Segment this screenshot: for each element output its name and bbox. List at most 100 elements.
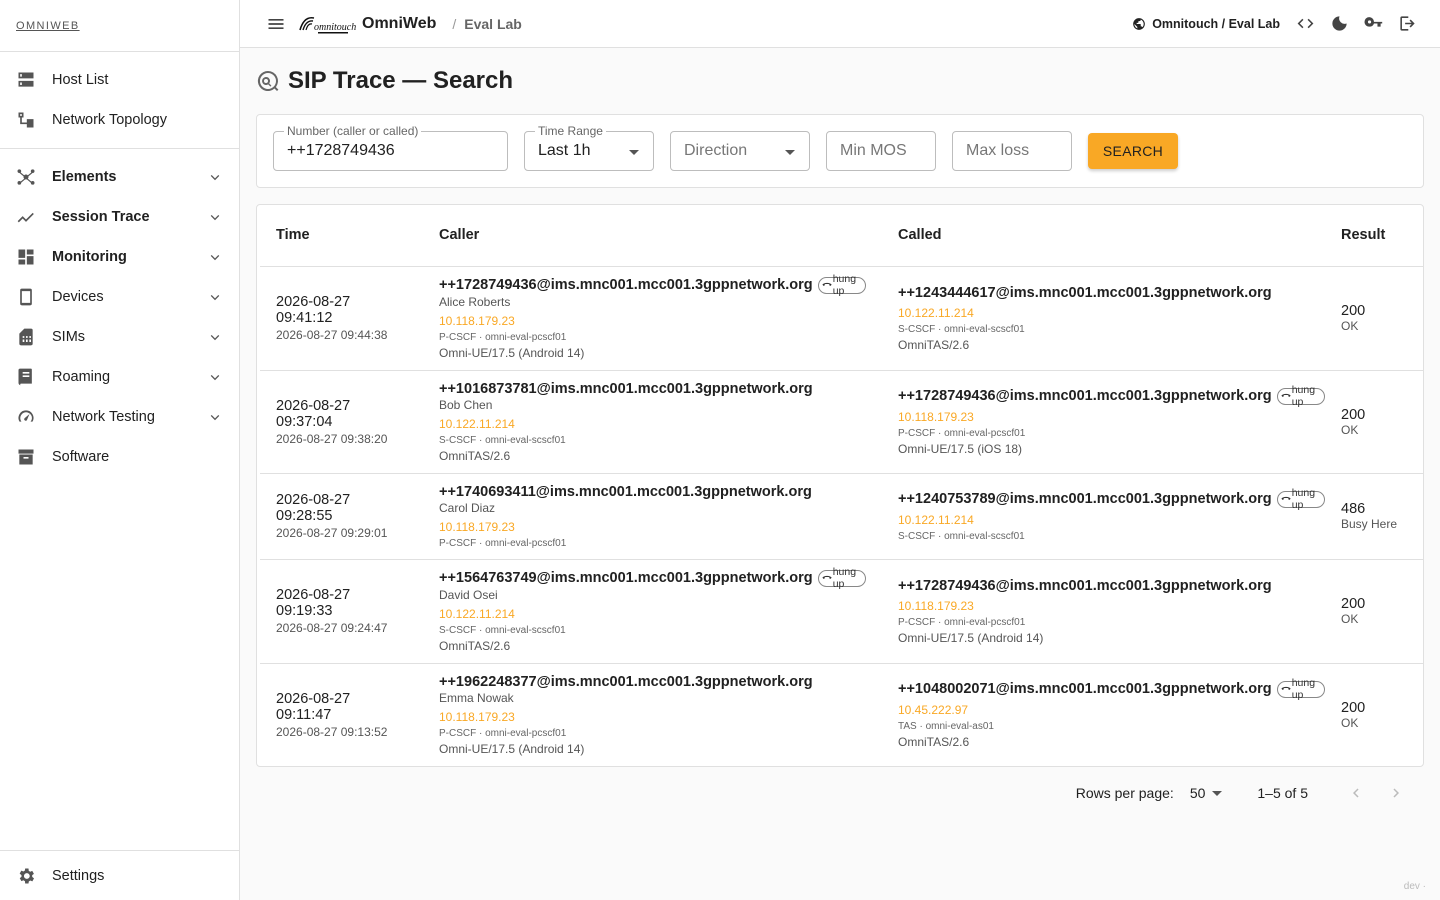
column-header-caller[interactable]: Caller bbox=[423, 205, 882, 267]
chevron-down-icon bbox=[207, 369, 223, 385]
table-body: 2026-08-27 09:41:12 2026-08-27 09:44:38 … bbox=[260, 266, 1423, 766]
sidebar-item-host-list[interactable]: Host List bbox=[0, 60, 239, 100]
caller-ip[interactable]: 10.122.11.214 bbox=[439, 607, 866, 621]
called-cell: ++1240753789@ims.mnc001.mcc001.3gppnetwo… bbox=[882, 473, 1341, 560]
app-name[interactable]: OmniWeb bbox=[362, 15, 436, 33]
next-page-button[interactable] bbox=[1376, 773, 1416, 813]
sidebar-item-session-trace[interactable]: Session Trace bbox=[0, 197, 239, 237]
caller-uri[interactable]: ++1564763749@ims.mnc001.mcc001.3gppnetwo… bbox=[439, 566, 866, 590]
key-icon bbox=[1363, 17, 1382, 27]
archive-icon bbox=[16, 447, 36, 467]
caller-ip[interactable]: 10.118.179.23 bbox=[439, 520, 866, 534]
caller-name: David Osei bbox=[439, 587, 498, 602]
gear-icon bbox=[16, 866, 36, 886]
tenant-label: Omnitouch / Eval Lab bbox=[1152, 16, 1280, 31]
time-range-select[interactable]: Time Range Last 1h bbox=[524, 124, 654, 171]
called-user-agent: Omni-UE/17.5 (Android 14) bbox=[898, 630, 1044, 645]
caller-uri[interactable]: ++1728749436@ims.mnc001.mcc001.3gppnetwo… bbox=[439, 273, 866, 297]
end-time: 2026-08-27 09:38:20 bbox=[276, 431, 388, 446]
trending-icon bbox=[16, 207, 36, 227]
sidebar-item-label: Host List bbox=[52, 72, 109, 88]
table-row[interactable]: 2026-08-27 09:41:12 2026-08-27 09:44:38 … bbox=[260, 266, 1423, 371]
sidebar-item-sims[interactable]: SIMs bbox=[0, 317, 239, 357]
hub-icon bbox=[16, 167, 36, 187]
called-ip[interactable]: 10.45.222.97 bbox=[898, 703, 1325, 717]
called-ip[interactable]: 10.122.11.214 bbox=[898, 513, 1325, 527]
caller-uri[interactable]: ++1016873781@ims.mnc001.mcc001.3gppnetwo… bbox=[439, 381, 866, 397]
table-row[interactable]: 2026-08-27 09:28:55 2026-08-27 09:29:01 … bbox=[260, 473, 1423, 560]
called-uri[interactable]: ++1728749436@ims.mnc001.mcc001.3gppnetwo… bbox=[898, 578, 1325, 594]
caller-ip[interactable]: 10.118.179.23 bbox=[439, 314, 866, 328]
svg-text:omnitouch: omnitouch bbox=[314, 22, 356, 33]
table-header-row: Time Caller Called Result bbox=[260, 205, 1423, 267]
menu-button[interactable] bbox=[256, 4, 296, 44]
logout-button[interactable] bbox=[1390, 7, 1424, 41]
result-code: 200 bbox=[1341, 303, 1366, 319]
caller-name: Alice Roberts bbox=[439, 294, 511, 309]
phone-icon bbox=[16, 287, 36, 307]
max-loss-input[interactable]: Max loss bbox=[952, 131, 1072, 171]
chevron-down-icon bbox=[207, 249, 223, 265]
sidebar-item-roaming[interactable]: Roaming bbox=[0, 357, 239, 397]
chevron-down-icon bbox=[207, 289, 223, 305]
breadcrumb[interactable]: Eval Lab bbox=[464, 16, 522, 32]
called-ip[interactable]: 10.122.11.214 bbox=[898, 306, 1325, 320]
sidebar-item-devices[interactable]: Devices bbox=[0, 277, 239, 317]
sidebar-item-elements[interactable]: Elements bbox=[0, 157, 239, 197]
column-header-time[interactable]: Time bbox=[260, 205, 423, 267]
dark-mode-button[interactable] bbox=[1322, 7, 1356, 41]
table-row[interactable]: 2026-08-27 09:37:04 2026-08-27 09:38:20 … bbox=[260, 370, 1423, 474]
sidebar-item-network-topology[interactable]: Network Topology bbox=[0, 100, 239, 140]
called-cell: ++1728749436@ims.mnc001.mcc001.3gppnetwo… bbox=[882, 559, 1341, 664]
caller-ip[interactable]: 10.122.11.214 bbox=[439, 417, 866, 431]
table-row[interactable]: 2026-08-27 09:11:47 2026-08-27 09:13:52 … bbox=[260, 663, 1423, 766]
time-cell: 2026-08-27 09:41:12 2026-08-27 09:44:38 bbox=[260, 266, 423, 371]
time-cell: 2026-08-27 09:28:55 2026-08-27 09:29:01 bbox=[260, 473, 423, 560]
book-icon bbox=[16, 367, 36, 387]
caller-role: P-CSCF · omni-eval-pcscf01 bbox=[439, 331, 567, 343]
direction-select[interactable]: Direction bbox=[670, 131, 810, 171]
start-time: 2026-08-27 09:28:55 bbox=[276, 492, 351, 524]
caller-ip[interactable]: 10.118.179.23 bbox=[439, 710, 866, 724]
time-range-label: Time Range bbox=[535, 124, 606, 138]
chevron-down-icon bbox=[207, 409, 223, 425]
result-cell: 200 OK bbox=[1341, 370, 1423, 474]
tenant-selector[interactable]: Omnitouch / Eval Lab bbox=[1132, 17, 1280, 31]
environment-tag: dev · bbox=[1403, 881, 1426, 892]
speed-icon bbox=[16, 407, 36, 427]
search-button[interactable]: SEARCH bbox=[1088, 133, 1178, 169]
sidebar-item-settings[interactable]: Settings bbox=[0, 850, 239, 900]
sidebar-item-network-testing[interactable]: Network Testing bbox=[0, 397, 239, 437]
previous-page-button[interactable] bbox=[1336, 773, 1376, 813]
api-key-button[interactable] bbox=[1356, 7, 1390, 41]
brand-link[interactable]: OMNIWEB bbox=[16, 20, 80, 32]
called-role: S-CSCF · omni-eval-scscf01 bbox=[898, 323, 1025, 335]
rows-per-page-select[interactable]: 50 bbox=[1190, 785, 1224, 801]
dropdown-arrow-icon bbox=[784, 145, 796, 157]
result-code: 200 bbox=[1341, 699, 1366, 716]
search-filters: Number (caller or called) ++1728749436 T… bbox=[256, 114, 1424, 188]
column-header-result[interactable]: Result bbox=[1341, 205, 1423, 267]
search-trace-icon bbox=[256, 69, 280, 93]
caller-name: Carol Diaz bbox=[439, 500, 496, 515]
called-uri[interactable]: ++1048002071@ims.mnc001.mcc001.3gppnetwo… bbox=[898, 677, 1325, 701]
sidebar-item-software[interactable]: Software bbox=[0, 437, 239, 477]
caller-uri[interactable]: ++1962248377@ims.mnc001.mcc001.3gppnetwo… bbox=[439, 674, 866, 690]
code-icon bbox=[1297, 18, 1313, 29]
column-header-called[interactable]: Called bbox=[882, 205, 1341, 267]
min-mos-input[interactable]: Min MOS bbox=[826, 131, 936, 171]
code-button[interactable] bbox=[1288, 7, 1322, 41]
called-uri[interactable]: ++1243444617@ims.mnc001.mcc001.3gppnetwo… bbox=[898, 285, 1325, 301]
caller-uri[interactable]: ++1740693411@ims.mnc001.mcc001.3gppnetwo… bbox=[439, 484, 866, 500]
number-field[interactable]: Number (caller or called) ++1728749436 bbox=[273, 124, 508, 171]
called-uri[interactable]: ++1240753789@ims.mnc001.mcc001.3gppnetwo… bbox=[898, 487, 1325, 511]
end-time: 2026-08-27 09:44:38 bbox=[276, 328, 388, 342]
called-uri[interactable]: ++1728749436@ims.mnc001.mcc001.3gppnetwo… bbox=[898, 384, 1325, 408]
called-ip[interactable]: 10.118.179.23 bbox=[898, 410, 1325, 424]
called-ip[interactable]: 10.118.179.23 bbox=[898, 599, 1325, 613]
sidebar-item-monitoring[interactable]: Monitoring bbox=[0, 237, 239, 277]
server-icon bbox=[16, 70, 36, 90]
table-row[interactable]: 2026-08-27 09:19:33 2026-08-27 09:24:47 … bbox=[260, 559, 1423, 664]
page-range: 1–5 of 5 bbox=[1257, 784, 1308, 801]
called-user-agent: Omni-UE/17.5 (iOS 18) bbox=[898, 441, 1023, 456]
